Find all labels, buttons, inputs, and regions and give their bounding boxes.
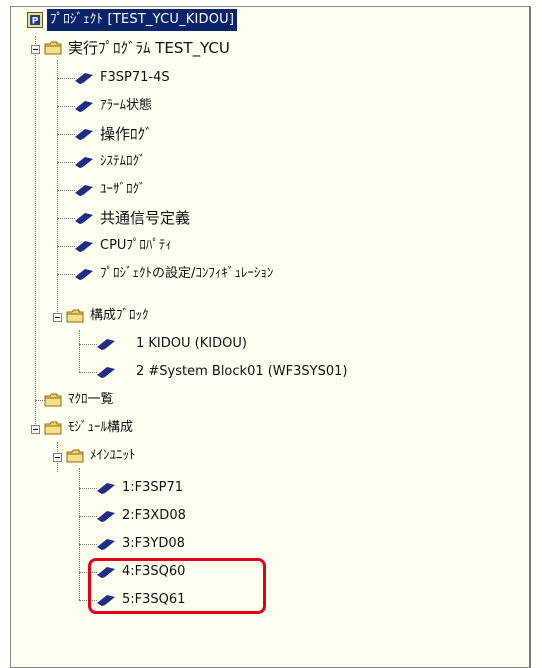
- tree-item-exec-2[interactable]: 操作ﾛｸﾞ: [74, 122, 155, 146]
- tree-item-exec-4[interactable]: ﾕｰｻﾞﾛｸﾞ: [74, 178, 148, 202]
- tree-folder-main-unit[interactable]: ﾒｲﾝﾕﾆｯﾄ: [66, 444, 138, 468]
- block-folder-label: 構成ﾌﾞﾛｯｸ: [90, 308, 149, 323]
- tree-item-unit-2[interactable]: 3:F3YD08: [96, 532, 187, 556]
- tree-item-exec-5[interactable]: 共通信号定義: [74, 206, 192, 230]
- folder-icon: [44, 393, 62, 407]
- tree-line: [79, 330, 80, 372]
- module-icon: [97, 539, 115, 550]
- program-icon: [75, 185, 93, 196]
- collapse-toggle-block[interactable]: [53, 313, 62, 322]
- tree-item-unit-0[interactable]: 1:F3SP71: [96, 476, 185, 500]
- program-icon: [75, 213, 93, 224]
- folder-icon: [66, 449, 84, 463]
- exec-item-label: ｼｽﾃﾑﾛｸﾞ: [100, 154, 146, 169]
- module-folder-label: ﾓｼﾞｭｰﾙ構成: [68, 420, 134, 435]
- program-icon: [75, 101, 93, 112]
- tree-item-exec-6[interactable]: CPUﾌﾟﾛﾊﾟﾃｨ: [74, 234, 174, 258]
- exec-item-label: CPUﾌﾟﾛﾊﾟﾃｨ: [100, 238, 172, 253]
- tree-line: [35, 36, 36, 432]
- block-item-label: 1 KIDOU (KIDOU): [136, 336, 247, 351]
- collapse-toggle-exec[interactable]: [31, 45, 40, 54]
- collapse-toggle-module[interactable]: [31, 425, 40, 434]
- main-unit-folder-label: ﾒｲﾝﾕﾆｯﾄ: [90, 448, 136, 463]
- tree-item-exec-3[interactable]: ｼｽﾃﾑﾛｸﾞ: [74, 150, 148, 174]
- tree-item-exec-0[interactable]: F3SP71-4S: [74, 66, 172, 90]
- program-icon: [75, 241, 93, 252]
- block-icon: [97, 367, 115, 378]
- unit-item-label: 3:F3YD08: [122, 536, 185, 551]
- program-icon: [75, 269, 93, 280]
- exec-folder-label: 実行ﾌﾟﾛｸﾞﾗﾑ TEST_YCU: [68, 39, 230, 57]
- unit-item-label: 2:F3XD08: [122, 508, 186, 523]
- project-root-label: ﾌﾟﾛｼﾞｪｸﾄ [TEST_YCU_KIDOU]: [47, 9, 238, 31]
- project-icon: P: [27, 12, 43, 28]
- highlight-box: [88, 558, 266, 614]
- macro-folder-label: ﾏｸﾛ一覧: [68, 392, 114, 407]
- folder-icon: [66, 309, 84, 323]
- program-icon: [75, 129, 93, 140]
- tree-folder-module[interactable]: ﾓｼﾞｭｰﾙ構成: [44, 416, 135, 440]
- tree-folder-block[interactable]: 構成ﾌﾞﾛｯｸ: [66, 304, 151, 328]
- tree-item-block-0[interactable]: 1 KIDOU (KIDOU): [96, 332, 249, 356]
- tree-folder-exec-program[interactable]: 実行ﾌﾟﾛｸﾞﾗﾑ TEST_YCU: [44, 36, 232, 60]
- unit-item-label: 1:F3SP71: [122, 480, 184, 495]
- exec-item-label: F3SP71-4S: [100, 70, 170, 85]
- folder-icon: [44, 421, 62, 435]
- tree-item-block-1[interactable]: 2 #System Block01 (WF3SYS01): [96, 360, 349, 384]
- exec-item-label: ﾕｰｻﾞﾛｸﾞ: [100, 182, 146, 197]
- exec-item-label: 共通信号定義: [100, 209, 191, 227]
- svg-text:P: P: [32, 17, 39, 27]
- tree-root-project[interactable]: P ﾌﾟﾛｼﾞｪｸﾄ [TEST_YCU_KIDOU]: [27, 8, 238, 32]
- tree-item-exec-7[interactable]: ﾌﾟﾛｼﾞｪｸﾄの設定/ｺﾝﾌｨｷﾞｭﾚｰｼｮﾝ: [74, 262, 275, 286]
- tree-folder-macro[interactable]: ﾏｸﾛ一覧: [44, 388, 116, 412]
- program-icon: [75, 157, 93, 168]
- tree-item-unit-1[interactable]: 2:F3XD08: [96, 504, 188, 528]
- block-item-label: 2 #System Block01 (WF3SYS01): [136, 364, 348, 379]
- module-icon: [97, 483, 115, 494]
- exec-item-label: ｱﾗｰﾑ状態: [100, 98, 153, 113]
- collapse-toggle-main-unit[interactable]: [53, 453, 62, 462]
- project-tree: P ﾌﾟﾛｼﾞｪｸﾄ [TEST_YCU_KIDOU] 実行ﾌﾟﾛｸﾞﾗﾑ TE…: [0, 0, 542, 653]
- program-icon: [75, 73, 93, 84]
- tree-line: [57, 60, 58, 318]
- exec-item-label: 操作ﾛｸﾞ: [100, 125, 153, 143]
- block-icon: [97, 339, 115, 350]
- folder-icon: [44, 41, 62, 55]
- tree-item-exec-1[interactable]: ｱﾗｰﾑ状態: [74, 94, 154, 118]
- module-icon: [97, 511, 115, 522]
- exec-item-label: ﾌﾟﾛｼﾞｪｸﾄの設定/ｺﾝﾌｨｷﾞｭﾚｰｼｮﾝ: [100, 266, 274, 281]
